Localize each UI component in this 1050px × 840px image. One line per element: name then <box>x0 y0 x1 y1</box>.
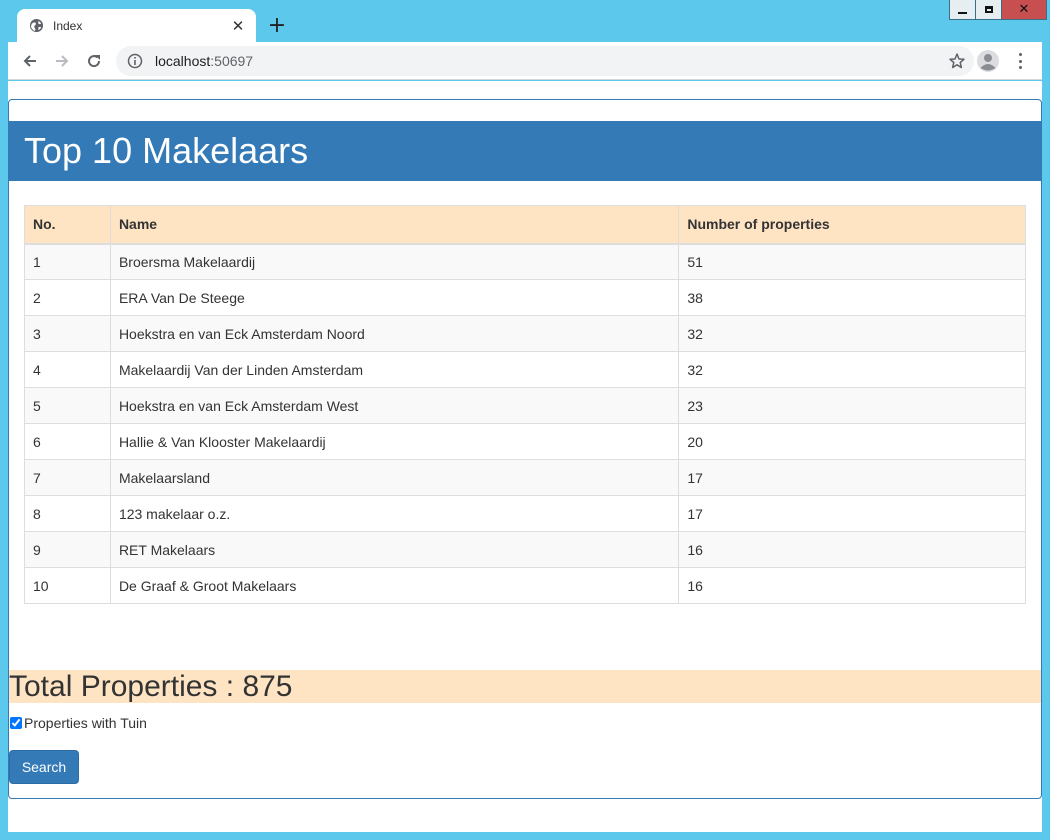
tab-strip: Index ✕ + <box>17 9 292 42</box>
panel-heading: Top 10 Makelaars <box>9 121 1041 181</box>
cell-no: 3 <box>24 315 111 352</box>
column-header-no: No. <box>24 205 111 245</box>
cell-count: 16 <box>678 567 1026 604</box>
cell-count: 38 <box>678 279 1026 316</box>
new-tab-button[interactable]: + <box>262 9 292 42</box>
page-title: Top 10 Makelaars <box>24 130 309 171</box>
maximize-button[interactable] <box>975 0 1002 20</box>
window-close-button[interactable]: ✕ <box>1001 0 1047 20</box>
cell-count: 17 <box>678 495 1026 532</box>
table-row: 9 RET Makelaars 16 <box>24 531 1026 568</box>
cell-count: 23 <box>678 387 1026 424</box>
url-text[interactable]: localhost:50697 <box>155 53 948 69</box>
cell-name: 123 makelaar o.z. <box>109 495 680 532</box>
page-viewport: Top 10 Makelaars No. Name Number of prop… <box>8 81 1042 832</box>
cell-name: Makelaarsland <box>109 459 680 496</box>
cell-count: 16 <box>678 531 1026 568</box>
cell-no: 5 <box>24 387 111 424</box>
cell-name: RET Makelaars <box>109 531 680 568</box>
minimize-button[interactable] <box>949 0 976 20</box>
reload-icon <box>88 54 101 67</box>
cell-no: 9 <box>24 531 111 568</box>
column-header-name: Name <box>109 205 680 245</box>
url-host: localhost <box>155 53 211 69</box>
cell-name: ERA Van De Steege <box>109 279 680 316</box>
cell-no: 1 <box>24 243 111 280</box>
tab-title: Index <box>53 18 83 33</box>
table-row: 5 Hoekstra en van Eck Amsterdam West 23 <box>24 387 1026 424</box>
table-row: 6 Hallie & Van Klooster Makelaardij 20 <box>24 423 1026 460</box>
table-row: 10 De Graaf & Groot Makelaars 16 <box>24 567 1026 604</box>
minimize-icon <box>958 11 967 14</box>
cell-count: 17 <box>678 459 1026 496</box>
star-icon[interactable] <box>948 52 966 70</box>
table-row: 3 Hoekstra en van Eck Amsterdam Noord 32 <box>24 315 1026 352</box>
cell-name: Hoekstra en van Eck Amsterdam Noord <box>109 315 680 352</box>
cell-name: Hoekstra en van Eck Amsterdam West <box>109 387 680 424</box>
close-icon: ✕ <box>1018 2 1030 17</box>
tab-index[interactable]: Index ✕ <box>17 9 256 42</box>
tuin-filter[interactable]: Properties with Tuin <box>9 715 147 731</box>
cell-no: 10 <box>24 567 111 604</box>
arrow-left-icon <box>23 54 36 67</box>
cell-count: 32 <box>678 351 1026 388</box>
table-header: No. Name Number of properties <box>24 205 1026 245</box>
cell-no: 6 <box>24 423 111 460</box>
table-body: 1 Broersma Makelaardij 51 2 ERA Van De S… <box>24 243 1026 604</box>
table-row: 1 Broersma Makelaardij 51 <box>24 243 1026 280</box>
tuin-checkbox-label: Properties with Tuin <box>24 715 147 731</box>
browser-toolbar: localhost:50697 <box>8 42 1042 80</box>
cell-no: 4 <box>24 351 111 388</box>
total-properties-bar: Total Properties : 875 <box>9 670 1041 703</box>
table-row: 2 ERA Van De Steege 38 <box>24 279 1026 316</box>
arrow-right-icon <box>56 54 69 67</box>
search-button[interactable]: Search <box>9 750 79 784</box>
window-controls: ✕ <box>949 0 1047 21</box>
table-row: 4 Makelaardij Van der Linden Amsterdam 3… <box>24 351 1026 388</box>
url-port: :50697 <box>210 53 254 69</box>
table-row: 7 Makelaarsland 17 <box>24 459 1026 496</box>
header-row: No. Name Number of properties <box>24 205 1026 245</box>
back-button[interactable] <box>14 45 46 77</box>
cell-count: 32 <box>678 315 1026 352</box>
cell-no: 2 <box>24 279 111 316</box>
cell-count: 51 <box>678 243 1026 280</box>
cell-name: Makelaardij Van der Linden Amsterdam <box>109 351 680 388</box>
column-header-number: Number of properties <box>678 205 1026 245</box>
cell-count: 20 <box>678 423 1026 460</box>
forward-button[interactable] <box>46 45 78 77</box>
globe-icon <box>29 18 44 33</box>
address-bar[interactable]: localhost:50697 <box>116 46 974 76</box>
avatar-icon[interactable] <box>976 49 1000 73</box>
info-icon[interactable] <box>127 53 143 69</box>
maximize-icon <box>984 6 993 13</box>
cell-name: Hallie & Van Klooster Makelaardij <box>109 423 680 460</box>
browser-window: ✕ Index ✕ + localhost:50697 Top 10 Makel… <box>0 0 1050 840</box>
cell-name: De Graaf & Groot Makelaars <box>109 567 680 604</box>
cell-name: Broersma Makelaardij <box>109 243 680 280</box>
total-properties-label: Total Properties : 875 <box>9 669 293 703</box>
table-row: 8 123 makelaar o.z. 17 <box>24 495 1026 532</box>
cell-no: 7 <box>24 459 111 496</box>
kebab-menu-icon[interactable] <box>1012 51 1028 71</box>
tuin-checkbox[interactable] <box>10 717 22 729</box>
reload-button[interactable] <box>78 45 110 77</box>
makelaars-table: No. Name Number of properties 1 Broersma… <box>24 205 1026 604</box>
cell-no: 8 <box>24 495 111 532</box>
tab-close-icon[interactable]: ✕ <box>230 17 246 35</box>
main-panel: Top 10 Makelaars No. Name Number of prop… <box>8 99 1042 799</box>
